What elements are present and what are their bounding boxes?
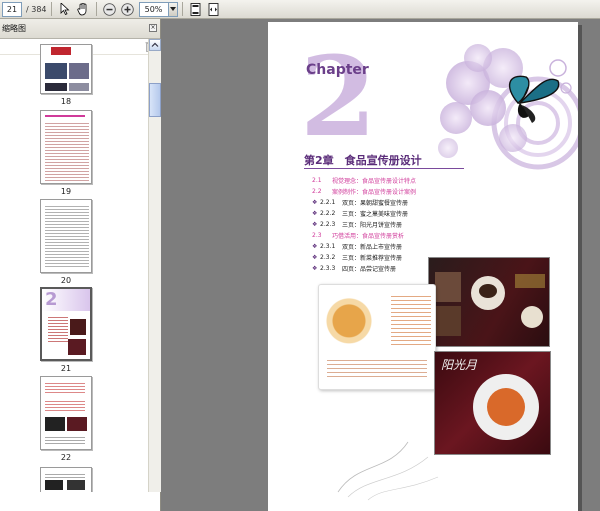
panel-title: 缩略图 bbox=[2, 24, 26, 33]
toolbar-divider bbox=[50, 2, 52, 16]
scroll-up-button[interactable] bbox=[149, 39, 161, 51]
thumbnail-page[interactable] bbox=[40, 110, 92, 184]
thumbnail-page[interactable] bbox=[40, 467, 92, 492]
chapter-heading: Chapter bbox=[306, 62, 369, 78]
sketch-decoration bbox=[337, 441, 439, 501]
bullet-icon: ❖ bbox=[312, 265, 318, 272]
toolbar-divider bbox=[181, 2, 183, 16]
close-icon[interactable]: × bbox=[149, 24, 157, 32]
toc-item: ❖ 2.2.2 三页：蜜之菓美味宣传册 bbox=[312, 210, 409, 218]
document-view[interactable]: 2 Chapter 第2章 食品宣传册设计 2.1 视觉理念：食品宣传册设计特点 … bbox=[161, 19, 600, 511]
fit-page-icon[interactable] bbox=[188, 1, 204, 17]
zoom-out-icon[interactable] bbox=[102, 1, 118, 17]
scroll-thumb[interactable] bbox=[149, 83, 161, 117]
toolbar: 21 / 384 50% bbox=[0, 0, 600, 19]
bullet-icon: ❖ bbox=[312, 221, 318, 228]
chapter-title: 第2章 食品宣传册设计 bbox=[304, 154, 422, 167]
thumbnail-label: 20 bbox=[60, 276, 72, 285]
chapter-number: 2 bbox=[300, 32, 377, 161]
toc-item: 2.2 案例制作：食品宣传册设计案例 bbox=[312, 188, 417, 196]
thumbnail-list: 18 19 20 2 21 22 bbox=[0, 39, 148, 492]
document-page: 2 Chapter 第2章 食品宣传册设计 2.1 视觉理念：食品宣传册设计特点 … bbox=[268, 22, 578, 511]
thumbnail-page[interactable] bbox=[40, 199, 92, 273]
bullet-icon: ❖ bbox=[312, 254, 318, 261]
toc-item: 2.3 巧借活用：食品宣传册赏析 bbox=[312, 232, 405, 240]
flower-decoration bbox=[418, 28, 578, 178]
fit-width-icon[interactable] bbox=[206, 1, 222, 17]
thumbnail-label: 21 bbox=[60, 364, 72, 373]
bullet-icon: ❖ bbox=[312, 210, 318, 217]
toc-item: ❖ 2.2.1 双页：果朝甜蜜餐宣传册 bbox=[312, 199, 409, 207]
page-total: / 384 bbox=[26, 4, 47, 14]
brochure-image-mooncake bbox=[318, 284, 436, 390]
bullet-icon: ❖ bbox=[312, 199, 318, 206]
toc-item: ❖ 2.2.3 三页：阳光月饼宣传册 bbox=[312, 221, 403, 229]
thumbnail-page[interactable] bbox=[40, 44, 92, 94]
brochure-image-dark bbox=[428, 257, 550, 347]
thumbnail-scrollbar[interactable] bbox=[148, 39, 161, 492]
zoom-level-field[interactable]: 50% bbox=[138, 1, 169, 17]
title-underline bbox=[304, 168, 464, 169]
panel-header: 缩略图 × bbox=[0, 19, 160, 39]
chevron-up-icon bbox=[151, 42, 159, 47]
brochure-image-red: 阳光月 bbox=[434, 351, 551, 455]
select-arrow-icon[interactable] bbox=[57, 1, 73, 17]
toc-item: 2.1 视觉理念：食品宣传册设计特点 bbox=[312, 177, 417, 185]
zoom-dropdown-button[interactable] bbox=[168, 1, 178, 17]
thumbnail-page-selected[interactable]: 2 bbox=[40, 287, 92, 361]
brochure-script-logo: 阳光月 bbox=[441, 358, 478, 372]
thumbnail-page[interactable] bbox=[40, 376, 92, 450]
bullet-icon: ❖ bbox=[312, 243, 318, 250]
thumbnail-label: 18 bbox=[60, 97, 72, 106]
page-shadow bbox=[578, 25, 582, 511]
hand-tool-icon[interactable] bbox=[75, 1, 91, 17]
toc-item: ❖ 2.3.1 双页：新品上市宣传册 bbox=[312, 243, 403, 251]
page-number-input[interactable]: 21 bbox=[2, 1, 22, 17]
zoom-in-icon[interactable] bbox=[120, 1, 136, 17]
thumbnail-label: 19 bbox=[60, 187, 72, 196]
toolbar-divider bbox=[95, 2, 97, 16]
thumbnail-label: 22 bbox=[60, 453, 72, 462]
chevron-down-icon bbox=[169, 7, 176, 11]
